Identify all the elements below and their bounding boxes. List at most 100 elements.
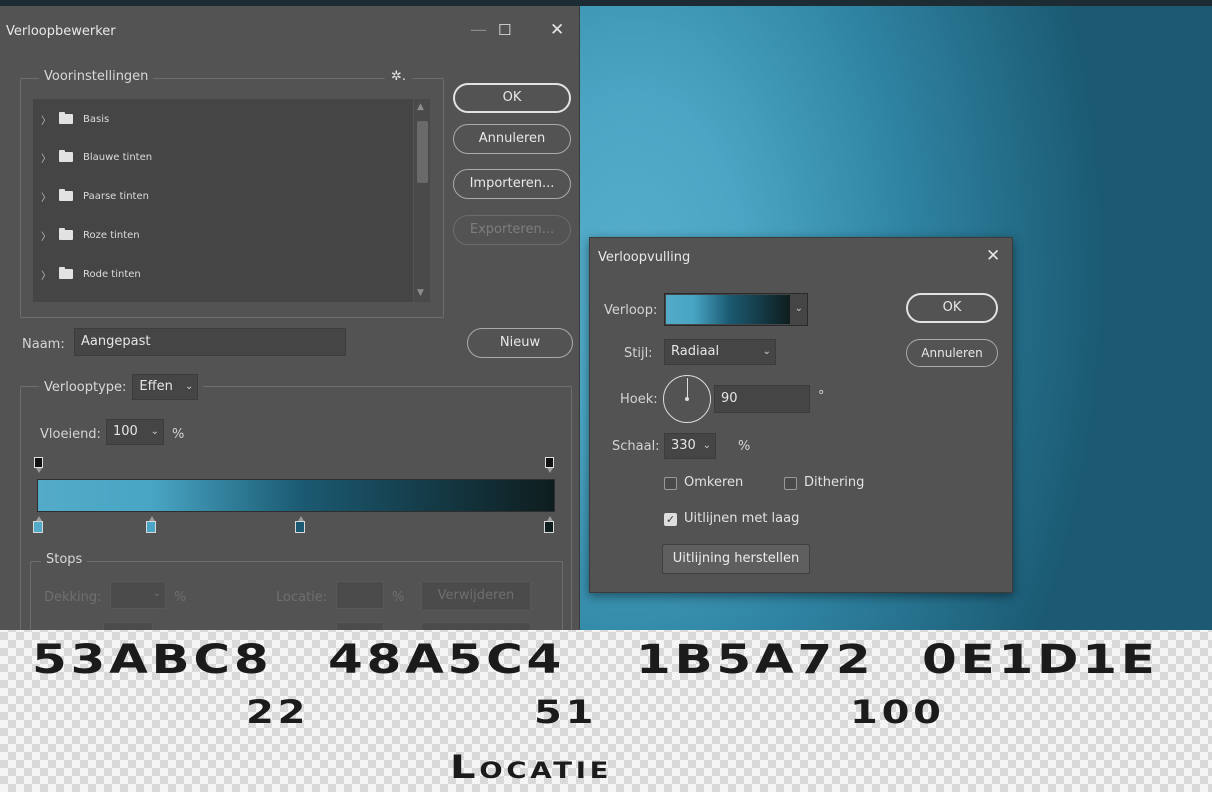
chevron-down-icon[interactable]: ⌄ <box>795 303 803 314</box>
ok-button[interactable]: OK <box>453 83 571 113</box>
annotation-color-1: 53ABC8 <box>32 637 273 683</box>
folder-icon <box>59 112 73 124</box>
opacity-stop-right[interactable] <box>545 457 554 473</box>
fill-cancel-button[interactable]: Annuleren <box>906 339 998 367</box>
folder-icon <box>59 228 73 240</box>
presets-legend: Voorinstellingen <box>39 69 154 84</box>
preset-folder-rode-tinten[interactable]: 〉 Rode tinten <box>41 264 141 284</box>
import-button[interactable]: Importeren... <box>453 169 571 199</box>
opacity-label: Dekking: <box>44 590 102 605</box>
preset-folder-label: Basis <box>83 113 110 125</box>
fill-ok-button[interactable]: OK <box>906 293 998 323</box>
gradient-label: Verloop: <box>604 303 658 318</box>
stop-location-input[interactable] <box>336 622 384 630</box>
align-label: Uitlijnen met laag <box>684 511 800 526</box>
style-value: Radiaal <box>671 344 720 359</box>
annotation-color-4: 0E1D1E <box>922 637 1159 683</box>
percent-sign: % <box>172 427 185 442</box>
style-dropdown[interactable]: Radiaal ⌄ <box>664 339 776 365</box>
opacity-stop-left[interactable] <box>34 457 43 473</box>
scale-value: 330 <box>671 438 696 453</box>
preset-folder-label: Roze tinten <box>83 229 140 241</box>
preset-scrollbar[interactable]: ▲ ▼ <box>414 99 430 302</box>
annotation-color-3: 1B5A72 <box>636 637 875 683</box>
gradient-type-dropdown[interactable]: Effen ⌄ <box>132 374 199 400</box>
minimize-icon[interactable]: — <box>470 20 487 40</box>
chevron-down-icon: ⌄ <box>152 588 161 599</box>
annotation-caption: Locatie <box>450 748 613 786</box>
close-icon[interactable]: ✕ <box>986 246 1000 266</box>
annotation-color-2: 48A5C4 <box>328 637 566 683</box>
export-button[interactable]: Exporteren... <box>453 215 571 245</box>
gradient-type-label: Verlooptype: <box>44 379 127 395</box>
color-stop-1[interactable] <box>33 516 43 533</box>
gradient-bar[interactable] <box>37 479 555 512</box>
color-stop-4[interactable] <box>544 516 554 533</box>
folder-icon <box>59 189 73 201</box>
scroll-up-icon[interactable]: ▲ <box>417 102 424 112</box>
preset-folder-basis[interactable]: 〉 Basis <box>41 109 109 129</box>
preset-folder-paarse-tinten[interactable]: 〉 Paarse tinten <box>41 186 149 206</box>
angle-input[interactable]: 90 <box>714 385 810 413</box>
gradient-swatch[interactable]: ⌄ <box>664 293 808 326</box>
new-button[interactable]: Nieuw <box>467 328 573 358</box>
chevron-down-icon: ⌄ <box>702 440 711 451</box>
editor-titlebar: Verloopbewerker — ☐ ✕ <box>0 6 579 58</box>
reset-alignment-button[interactable]: Uitlijning herstellen <box>662 544 810 574</box>
cancel-button[interactable]: Annuleren <box>453 124 571 154</box>
stop-color-swatch[interactable] <box>103 622 153 630</box>
gradient-type-value: Effen <box>139 379 173 394</box>
presets-group: Voorinstellingen ✲. 〉 Basis 〉 Blauwe tin… <box>20 69 444 318</box>
fill-title: Verloopvulling <box>598 250 691 265</box>
annotation-location-2: 51 <box>534 693 598 731</box>
maximize-icon[interactable]: ☐ <box>498 20 511 40</box>
preset-folder-label: Rode tinten <box>83 268 141 280</box>
dither-label: Dithering <box>804 475 865 490</box>
angle-dial-needle <box>687 378 688 398</box>
color-stop-2[interactable] <box>146 516 156 533</box>
chevron-right-icon[interactable]: 〉 <box>41 189 53 204</box>
editor-title: Verloopbewerker <box>6 24 116 39</box>
angle-dial[interactable] <box>663 375 711 423</box>
chevron-down-icon: ⌄ <box>185 381 194 392</box>
location-input[interactable] <box>336 581 384 609</box>
color-stop-3[interactable] <box>295 516 305 533</box>
style-label: Stijl: <box>624 346 653 361</box>
chevron-right-icon[interactable]: 〉 <box>41 112 53 127</box>
delete-stop-button[interactable]: Verwijderen <box>421 581 531 611</box>
align-checkbox[interactable]: ✓ <box>664 513 677 526</box>
preset-folder-roze-tinten[interactable]: 〉 Roze tinten <box>41 225 140 245</box>
name-label: Naam: <box>22 337 65 352</box>
opacity-input[interactable]: ⌄ <box>110 581 166 609</box>
chevron-right-icon[interactable]: 〉 <box>41 228 53 243</box>
gradient-type-legend: Verlooptype: Effen ⌄ <box>39 374 204 400</box>
location-label: Locatie: <box>276 590 328 605</box>
gear-icon[interactable]: ✲. <box>385 69 413 84</box>
delete-stop-label: Verwijderen <box>437 588 515 603</box>
smoothness-dropdown[interactable]: 100 ⌄ <box>106 419 164 445</box>
smoothness-value: 100 <box>113 424 138 439</box>
scroll-down-icon[interactable]: ▼ <box>417 288 424 298</box>
close-icon[interactable]: ✕ <box>550 20 564 40</box>
chevron-down-icon: ⌄ <box>150 426 159 437</box>
reverse-checkbox[interactable] <box>664 477 677 490</box>
annotation-location-3: 100 <box>850 693 945 731</box>
folder-icon <box>59 267 73 279</box>
smoothness-label: Vloeiend: <box>40 427 101 442</box>
opacity-percent: % <box>174 590 187 605</box>
scrollbar-thumb[interactable] <box>417 121 428 183</box>
preset-folder-label: Blauwe tinten <box>83 151 153 163</box>
stops-legend: Stops <box>41 552 88 567</box>
preset-folder-blauwe-tinten[interactable]: 〉 Blauwe tinten <box>41 147 152 167</box>
angle-label: Hoek: <box>620 392 658 407</box>
annotation-location-1: 22 <box>246 693 310 731</box>
gradient-editor-window: Verloopbewerker — ☐ ✕ Voorinstellingen ✲… <box>0 6 580 630</box>
dither-checkbox[interactable] <box>784 477 797 490</box>
chevron-right-icon[interactable]: 〉 <box>41 267 53 282</box>
stop-delete-button[interactable] <box>421 622 531 630</box>
chevron-right-icon[interactable]: 〉 <box>41 150 53 165</box>
name-input[interactable]: Aangepast <box>74 328 346 356</box>
gradient-preview[interactable] <box>666 295 790 324</box>
scale-dropdown[interactable]: 330 ⌄ <box>664 433 716 459</box>
scale-percent: % <box>738 439 751 454</box>
